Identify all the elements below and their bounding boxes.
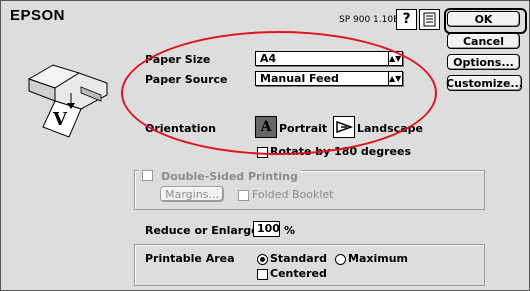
ok-button[interactable]: OK <box>447 11 520 27</box>
printer-info-icon[interactable] <box>419 9 440 30</box>
standard-label[interactable]: Standard <box>270 252 327 265</box>
centered-label[interactable]: Centered <box>270 267 327 280</box>
maximum-label[interactable]: Maximum <box>348 252 408 265</box>
printable-area-label: Printable Area <box>145 252 235 265</box>
model-version: SP 900 1.10E <box>339 15 399 25</box>
double-sided-header: Double-Sided Printing <box>139 165 301 183</box>
customize-button[interactable]: Customize... <box>446 75 523 91</box>
folded-booklet-label: Folded Booklet <box>252 188 334 201</box>
maximum-radio[interactable] <box>335 254 346 265</box>
reduce-enlarge-label: Reduce or Enlarge <box>145 224 259 237</box>
double-sided-checkbox[interactable] <box>142 170 153 181</box>
epson-logo: EPSON <box>10 7 66 24</box>
double-sided-label: Double-Sided Printing <box>161 170 298 183</box>
printer-illustration: V <box>21 51 121 146</box>
percent-unit: % <box>284 224 296 237</box>
folded-booklet-checkbox[interactable] <box>238 190 249 201</box>
highlight-annotation <box>121 31 437 155</box>
options-button[interactable]: Options... <box>447 54 520 70</box>
margins-button[interactable]: Margins... <box>160 186 224 202</box>
centered-checkbox[interactable] <box>257 269 268 280</box>
help-icon[interactable]: ? <box>396 9 417 30</box>
standard-radio[interactable] <box>257 254 268 265</box>
page-setup-dialog: EPSON SP 900 1.10E ? OK Cancel Options..… <box>0 0 530 291</box>
reduce-enlarge-input[interactable]: 100 <box>253 221 280 237</box>
svg-text:V: V <box>52 109 68 130</box>
cancel-button[interactable]: Cancel <box>447 33 520 49</box>
